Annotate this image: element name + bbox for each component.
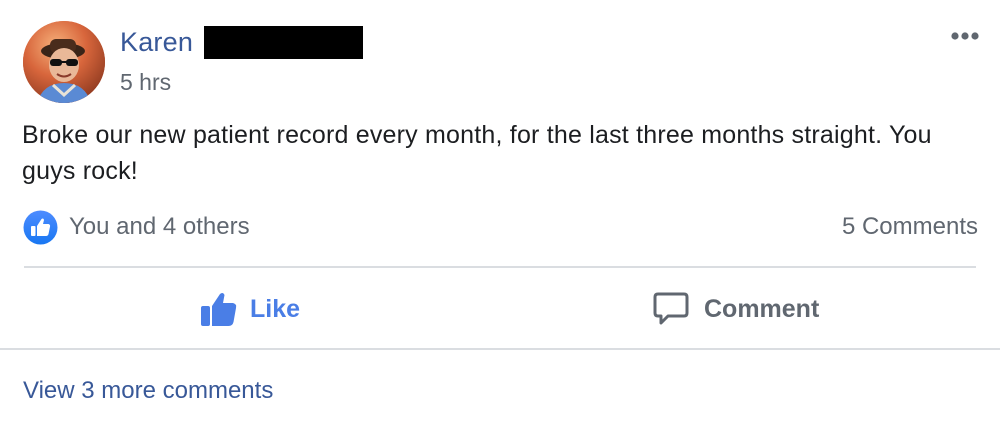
avatar-image [23, 21, 105, 103]
divider [24, 266, 976, 268]
like-reaction-badge[interactable] [23, 210, 58, 245]
more-horizontal-icon [951, 32, 979, 40]
comment-button-label: Comment [704, 294, 820, 323]
comment-bubble-icon [653, 292, 689, 325]
like-badge-icon [23, 210, 58, 245]
more-options-button[interactable] [942, 20, 988, 52]
view-more-comments-link[interactable]: View 3 more comments [23, 374, 273, 408]
name-redaction-bar [204, 26, 363, 59]
author-avatar[interactable] [23, 21, 105, 103]
comments-count[interactable]: 5 Comments [842, 210, 978, 244]
comment-button[interactable]: Comment [652, 282, 842, 336]
reactions-summary[interactable]: You and 4 others [69, 210, 250, 244]
author-name[interactable]: Karen [120, 24, 193, 60]
divider [0, 348, 1000, 350]
like-button-label: Like [250, 294, 301, 323]
feed-post: Karen 5 hrs Broke our new patient record… [0, 0, 1000, 434]
post-body-text: Broke our new patient record every month… [22, 121, 932, 185]
thumbs-up-icon [201, 292, 237, 326]
post-timestamp[interactable]: 5 hrs [120, 66, 171, 98]
like-button[interactable]: Like [200, 282, 330, 336]
